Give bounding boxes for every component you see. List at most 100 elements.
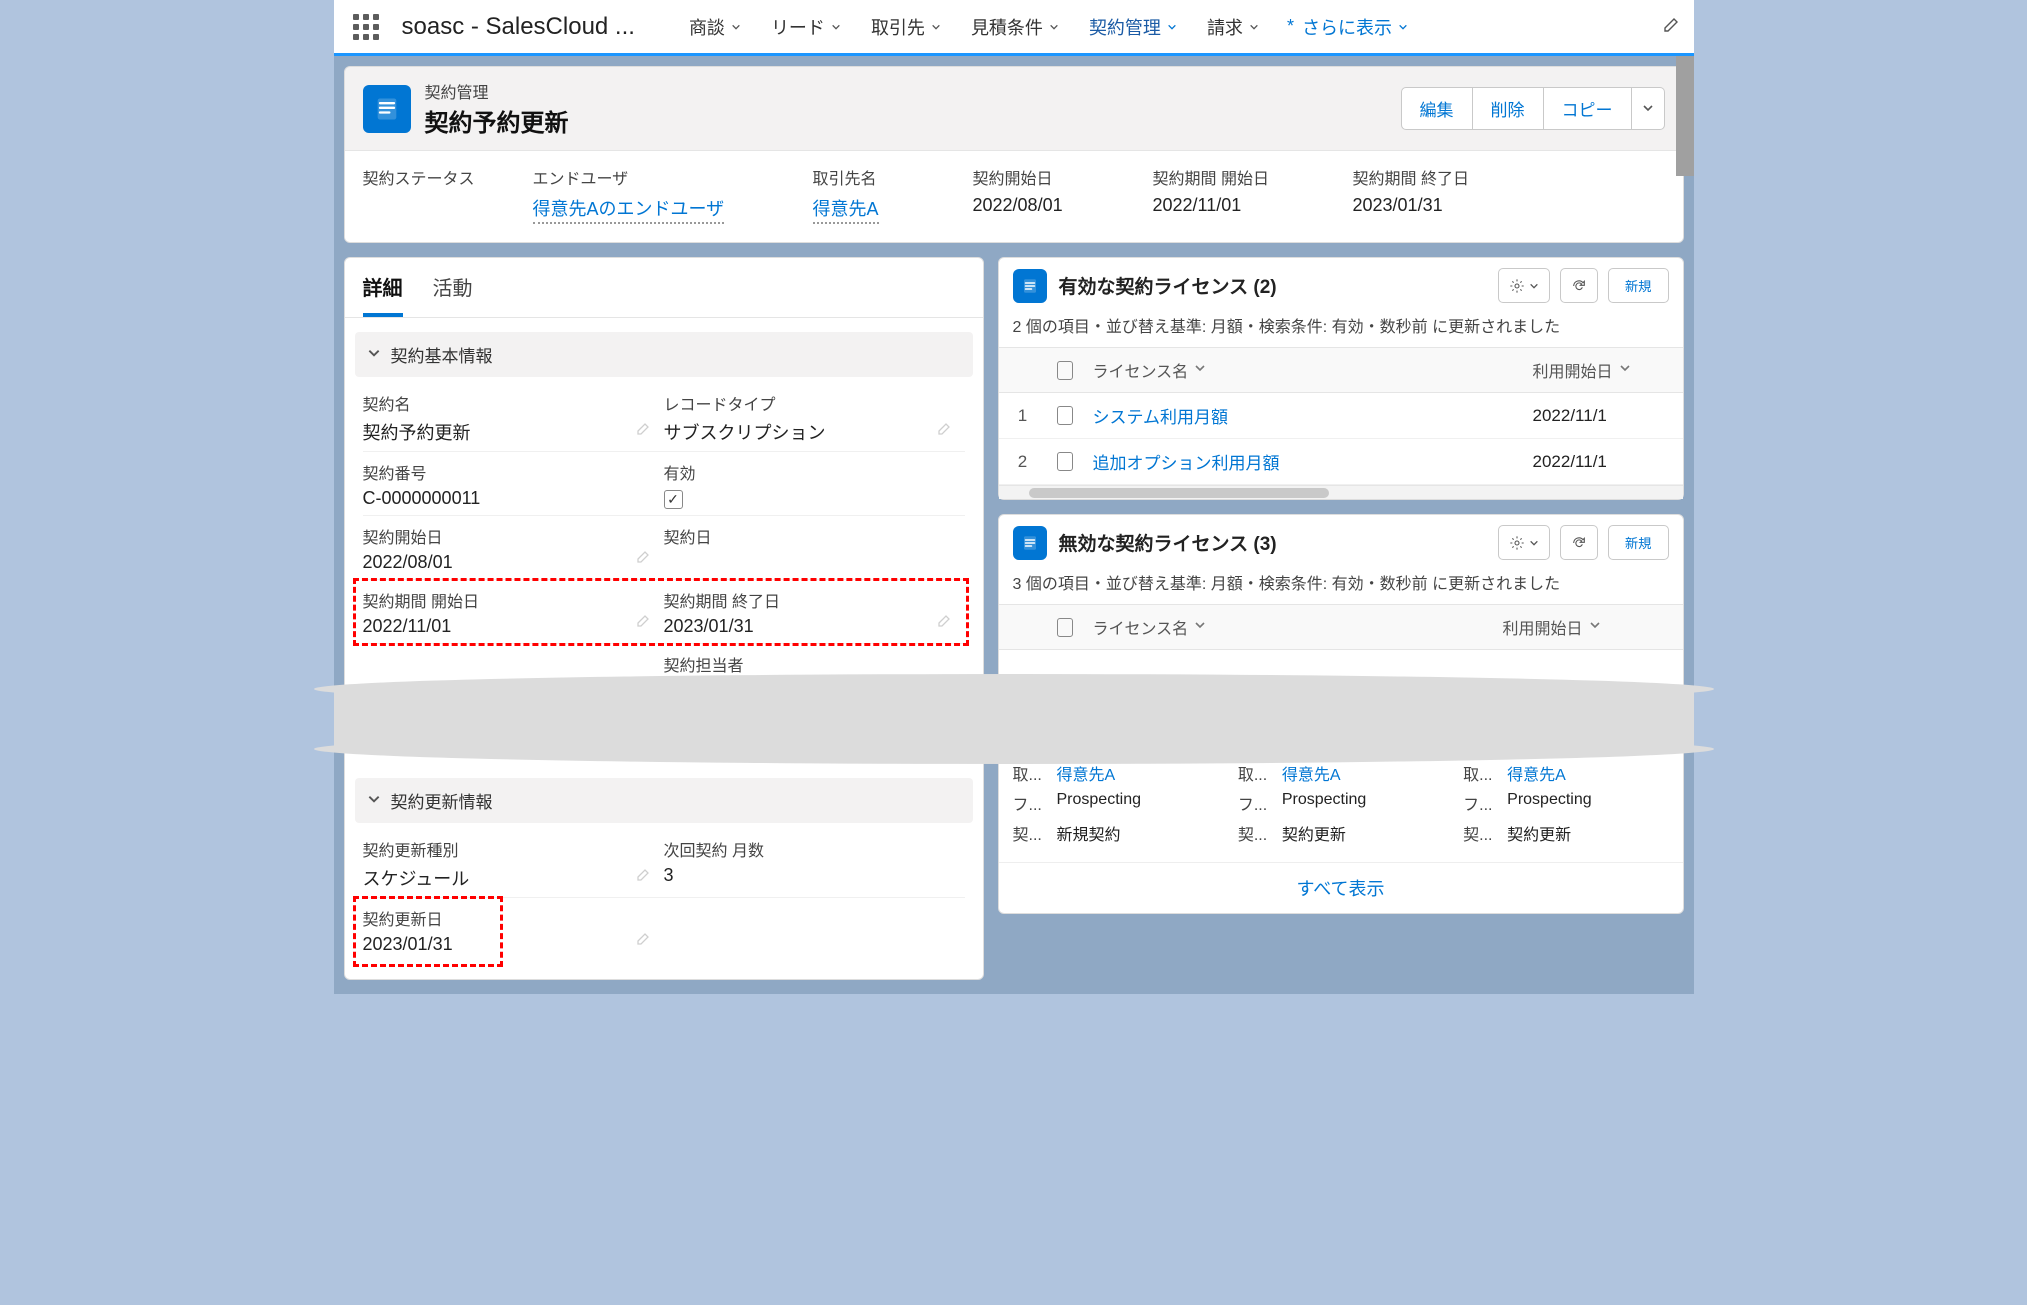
edit-button[interactable]: 編集 — [1401, 87, 1473, 130]
f-renewdate-label: 契約更新日 — [363, 906, 664, 930]
opp-field-value[interactable]: 得意先A — [1282, 761, 1341, 785]
opp-field-value: 契約更新 — [1507, 821, 1571, 845]
f-pstart-value: 2022/11/01 — [363, 616, 664, 637]
scrollbar-vertical[interactable] — [1676, 56, 1694, 176]
row-index: 2 — [999, 439, 1047, 484]
col-start-label: 利用開始日 — [1533, 358, 1613, 382]
new-button[interactable]: 新規 — [1608, 525, 1669, 560]
scrollbar-horizontal[interactable] — [999, 485, 1683, 499]
edit-nav-icon[interactable] — [1662, 14, 1682, 39]
f-owner-label: 契約担当者 — [664, 652, 965, 676]
refresh-button[interactable] — [1560, 268, 1598, 303]
opp-field-key: フ... — [1013, 791, 1049, 815]
hf-account-link[interactable]: 得意先A — [813, 195, 879, 224]
f-nextm-value: 3 — [664, 865, 965, 886]
clone-button[interactable]: コピー — [1544, 87, 1632, 130]
section-basic-head[interactable]: 契約基本情報 — [355, 332, 973, 377]
new-button[interactable]: 新規 — [1608, 268, 1669, 303]
opp-field-key: 契... — [1463, 821, 1499, 845]
row-index: 1 — [999, 393, 1047, 438]
license-link[interactable]: システム利用月額 — [1093, 403, 1229, 428]
license-start: 2022/11/1 — [1523, 393, 1683, 438]
nav-more[interactable]: さらに表示 — [1273, 0, 1422, 56]
pencil-icon[interactable] — [937, 612, 953, 633]
chevron-down-icon[interactable] — [1194, 618, 1206, 636]
gear-button[interactable] — [1498, 525, 1550, 560]
nav-item[interactable]: 請求 — [1193, 0, 1273, 56]
f-rtype-label: レコードタイプ — [664, 391, 965, 415]
pencil-icon[interactable] — [636, 866, 652, 887]
record-icon — [363, 85, 411, 133]
nav-item-label: 契約管理 — [1089, 14, 1161, 40]
opp-field-key: 契... — [1013, 821, 1049, 845]
nav-item[interactable]: 見積条件 — [957, 0, 1073, 56]
gear-icon — [1509, 535, 1525, 551]
related-active-licenses: 有効な契約ライセンス (2) 新規 2 個の項目・並び替 — [998, 257, 1684, 500]
opp-field-key: フ... — [1238, 791, 1274, 815]
opp-field: 契...新規契約 — [1013, 818, 1218, 848]
chevron-down-icon[interactable] — [1619, 361, 1631, 379]
f-number-value: C-0000000011 — [363, 488, 664, 509]
f-renewtype-label: 契約更新種別 — [363, 837, 664, 861]
opp-field-key: 取... — [1238, 761, 1274, 785]
license-link[interactable]: 追加オプション利用月額 — [1093, 449, 1280, 474]
record-icon — [1013, 526, 1047, 560]
app-launcher-icon[interactable] — [346, 7, 386, 47]
chevron-down-icon[interactable] — [1589, 618, 1601, 636]
select-all-checkbox[interactable] — [1057, 361, 1073, 380]
nav-item[interactable]: 取引先 — [857, 0, 955, 56]
refresh-button[interactable] — [1560, 525, 1598, 560]
nav-item-label: 請求 — [1207, 14, 1243, 40]
hf-status-label: 契約ステータス — [363, 165, 493, 189]
chevron-down-icon — [831, 22, 841, 32]
chevron-down-icon — [1167, 22, 1177, 32]
hf-enduser-label: エンドユーザ — [533, 165, 773, 189]
nav-item[interactable]: 商談 — [675, 0, 755, 56]
row-checkbox[interactable] — [1057, 406, 1073, 425]
f-start-value: 2022/08/01 — [363, 552, 664, 573]
pencil-icon[interactable] — [636, 420, 652, 441]
pencil-icon[interactable] — [636, 548, 652, 569]
chevron-down-icon — [367, 345, 381, 365]
f-rtype-value: サブスクリプション — [664, 419, 965, 445]
opp-field-value[interactable]: 得意先A — [1057, 761, 1116, 785]
f-name-value: 契約予約更新 — [363, 419, 664, 445]
view-all-link[interactable]: すべて表示 — [999, 862, 1683, 913]
tab-detail[interactable]: 詳細 — [363, 272, 403, 317]
col-name-label: ライセンス名 — [1093, 615, 1189, 639]
gear-button[interactable] — [1498, 268, 1550, 303]
hf-pstart-value: 2022/11/01 — [1153, 195, 1313, 216]
chevron-down-icon[interactable] — [1194, 361, 1206, 379]
hf-pend-label: 契約期間 終了日 — [1353, 165, 1469, 189]
delete-button[interactable]: 削除 — [1473, 87, 1544, 130]
hf-enduser-link[interactable]: 得意先Aのエンドユーザ — [533, 195, 725, 224]
pencil-icon[interactable] — [937, 420, 953, 441]
select-all-checkbox[interactable] — [1057, 618, 1073, 637]
nav-item[interactable]: リード — [757, 0, 855, 56]
related-title[interactable]: 有効な契約ライセンス (2) — [1059, 272, 1277, 299]
pencil-icon[interactable] — [636, 612, 652, 633]
row-checkbox[interactable] — [1057, 452, 1073, 471]
tab-activity[interactable]: 活動 — [433, 272, 473, 317]
opp-field: 契...契約更新 — [1238, 818, 1443, 848]
section-renew-head[interactable]: 契約更新情報 — [355, 778, 973, 823]
license-start: 2022/11/1 — [1523, 439, 1683, 484]
object-label: 契約管理 — [425, 79, 569, 103]
related-subtitle: 3 個の項目・並び替え基準: 月額・検索条件: 有効・数秒前 に更新されました — [999, 570, 1683, 604]
hf-pend-value: 2023/01/31 — [1353, 195, 1469, 216]
app-title: soasc - SalesCloud ... — [402, 13, 635, 41]
nav-item-label: リード — [771, 14, 825, 40]
record-title: 契約予約更新 — [425, 103, 569, 138]
f-cdate-label: 契約日 — [664, 524, 965, 548]
gear-icon — [1509, 278, 1525, 294]
f-nextm-label: 次回契約 月数 — [664, 837, 965, 861]
f-renewtype-value: スケジュール — [363, 865, 664, 891]
pencil-icon[interactable] — [636, 930, 652, 951]
more-actions-button[interactable] — [1632, 87, 1665, 130]
related-subtitle: 2 個の項目・並び替え基準: 月額・検索条件: 有効・数秒前 に更新されました — [999, 313, 1683, 347]
nav-item[interactable]: 契約管理 — [1075, 0, 1191, 56]
chevron-down-icon — [367, 791, 381, 811]
hf-start-value: 2022/08/01 — [973, 195, 1113, 216]
opp-field-value[interactable]: 得意先A — [1507, 761, 1566, 785]
related-title[interactable]: 無効な契約ライセンス (3) — [1059, 529, 1277, 556]
